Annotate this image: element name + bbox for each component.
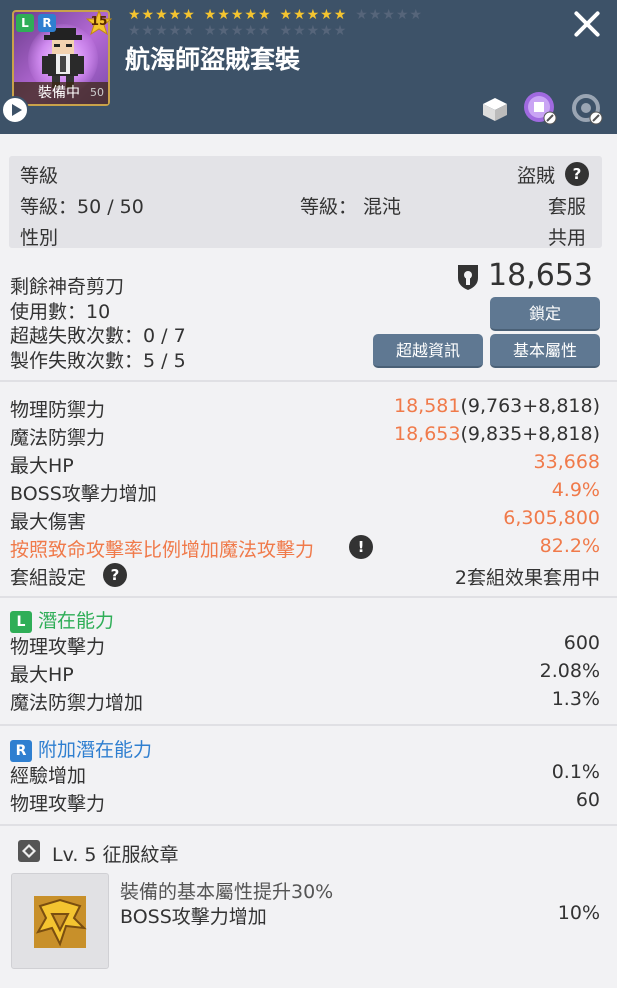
- preview-play-button[interactable]: [1, 96, 29, 124]
- additional-label: 經驗增加: [10, 765, 87, 787]
- emblem-stat-value: 10%: [557, 902, 600, 924]
- stat-breakdown: (9,763+8,818): [460, 395, 600, 417]
- item-level-small: 50: [90, 86, 104, 99]
- job-help-icon[interactable]: ?: [565, 162, 589, 186]
- additional-value: 60: [575, 789, 600, 811]
- potential-header: L 潛在能力: [10, 606, 114, 633]
- equipped-indicator: 裝備中 50: [14, 82, 108, 104]
- item-title: 航海師盜賊套裝: [125, 45, 301, 74]
- starforce-badge: 15: [85, 9, 113, 36]
- potential-value: 600: [563, 632, 600, 654]
- potential-label: 魔法防禦力增加: [10, 692, 144, 714]
- level-label: 等級: [20, 165, 59, 187]
- disabled-gear-icon[interactable]: [570, 92, 604, 126]
- stars-row-2: ★★★★★ ★★★★★ ★★★★★: [128, 23, 348, 39]
- emblem-stat-label: BOSS攻擊力增加: [120, 906, 267, 928]
- gender-label: 性別: [20, 227, 59, 249]
- divider: [0, 824, 617, 826]
- additional-title: 附加潛在能力: [38, 739, 153, 761]
- combat-power-value: 18,653: [488, 258, 593, 293]
- transcend-fail-count: 超越失敗次數：0 / 7: [10, 325, 186, 347]
- potential-label: 最大HP: [10, 664, 74, 686]
- emblem-diamond-icon: [18, 840, 40, 862]
- divider: [0, 596, 617, 598]
- conquest-emblem-icon: [34, 896, 87, 948]
- appraise-icon[interactable]: [522, 90, 558, 126]
- job-label: 盜賊: [517, 165, 556, 187]
- potential-title: 潛在能力: [38, 610, 115, 632]
- set-value: 2套組效果套用中: [454, 567, 600, 589]
- set-help-icon[interactable]: ?: [103, 563, 127, 587]
- potential-badge: L: [10, 610, 32, 633]
- stat-label: 按照致命攻擊率比例增加魔法攻擊力: [10, 539, 315, 561]
- transcend-info-button[interactable]: 超越資訊: [373, 334, 483, 368]
- additional-badge: R: [10, 739, 32, 762]
- stat-label: BOSS攻擊力增加: [10, 483, 157, 505]
- scissors-label: 剩餘神奇剪刀: [10, 276, 125, 298]
- cube-icon[interactable]: [480, 94, 510, 124]
- set-label: 套組設定: [10, 567, 87, 589]
- info-alert-icon[interactable]: !: [349, 535, 373, 559]
- stat-value: 82.2%: [539, 535, 600, 557]
- divider: [0, 724, 617, 726]
- combat-power-icon: [458, 265, 478, 290]
- gender-value: 共用: [548, 227, 587, 249]
- level-value: 等級：50 / 50: [20, 196, 144, 218]
- craft-fail-count: 製作失敗次數：5 / 5: [10, 350, 186, 372]
- stat-breakdown: (9,835+8,818): [460, 423, 600, 445]
- stat-label: 最大HP: [10, 455, 74, 477]
- additional-header: R 附加潛在能力: [10, 735, 152, 762]
- potential-label: 物理攻擊力: [10, 636, 106, 658]
- scissors-uses: 使用數：10: [10, 301, 111, 323]
- stars-row-1: ★★★★★ ★★★★★ ★★★★★ ★★★★★: [128, 7, 424, 23]
- emblem-description: 裝備的基本屬性提升30%: [120, 881, 334, 903]
- stat-label: 物理防禦力: [10, 399, 106, 421]
- category-value: 套服: [548, 196, 587, 218]
- stat-label: 最大傷害: [10, 511, 87, 533]
- stat-label: 魔法防禦力: [10, 427, 106, 449]
- stat-value: 18,581(9,763+8,818): [394, 395, 600, 417]
- stat-value: 33,668: [533, 451, 600, 473]
- starforce-count: 15: [90, 14, 108, 28]
- starforce-stars: ★★★★★ ★★★★★ ★★★★★ ★★★★★ ★★★★★ ★★★★★ ★★★★★: [128, 8, 458, 40]
- lock-button[interactable]: 鎖定: [490, 297, 600, 331]
- additional-label: 物理攻擊力: [10, 793, 106, 815]
- potential-value: 1.3%: [551, 688, 600, 710]
- additional-potential-badge: R: [38, 14, 56, 32]
- close-button[interactable]: [566, 4, 606, 44]
- potential-value: 2.08%: [539, 660, 600, 682]
- stat-value: 18,653(9,835+8,818): [394, 423, 600, 445]
- potential-legendary-badge: L: [16, 14, 34, 32]
- emblem-title: Lv. 5 征服紋章: [52, 844, 179, 866]
- item-header: L R 15 裝備中 50 ★★★★★ ★★★★★ ★★★★★ ★★★★★ ★★★★★…: [0, 0, 617, 134]
- additional-value: 0.1%: [551, 761, 600, 783]
- equipped-label: 裝備中: [38, 85, 80, 101]
- stat-value: 6,305,800: [503, 507, 600, 529]
- base-stats-button[interactable]: 基本屬性: [490, 334, 600, 368]
- level-chaos: 等級： 混沌: [300, 196, 402, 218]
- divider: [0, 380, 617, 382]
- stat-value: 4.9%: [551, 479, 600, 501]
- stat-total: 18,581: [393, 395, 461, 417]
- stat-total: 18,653: [393, 423, 461, 445]
- emblem-icon-frame: [11, 873, 109, 969]
